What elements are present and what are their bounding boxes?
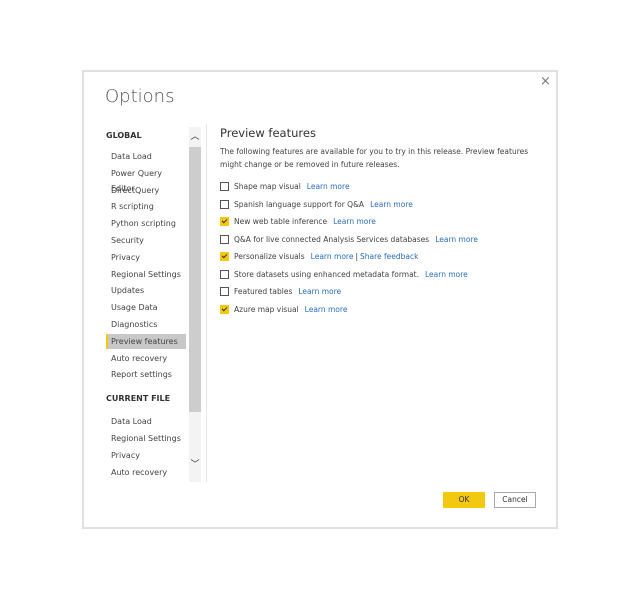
feature-checkbox[interactable]	[220, 269, 229, 279]
learn-more-link[interactable]: Learn more	[435, 235, 478, 244]
sidebar-item[interactable]: Data Load	[106, 149, 186, 164]
learn-more-link[interactable]: Learn more	[298, 287, 341, 296]
feature-row: Spanish language support for Q&A Learn mo…	[220, 196, 540, 214]
options-dialog: × Options GLOBAL Data Load Power Query Edi…	[82, 70, 558, 529]
feature-row: Featured tables Learn more	[220, 283, 540, 301]
feature-row: Azure map visual Learn more	[220, 301, 540, 319]
preview-features-panel: Preview features The following features …	[220, 126, 540, 318]
divider	[206, 124, 207, 482]
feature-row: Store datasets using enhanced metadata f…	[220, 266, 540, 284]
sidebar-nav: GLOBAL Data Load Power Query Editor DirectQ…	[104, 127, 189, 482]
sidebar-scrollbar[interactable]: ︿ ﹀	[189, 127, 201, 482]
sidebar-item[interactable]: Preview features	[106, 333, 186, 349]
sidebar-item[interactable]: Diagnostics	[106, 317, 186, 332]
feature-label: Shape map visual	[234, 182, 301, 192]
feature-row: Q&A for live connected Analysis Services…	[220, 231, 540, 249]
link-separator: |	[355, 252, 358, 262]
learn-more-link[interactable]: Learn more	[370, 200, 413, 209]
feature-label: Store datasets using enhanced metadata f…	[234, 269, 419, 279]
learn-more-link[interactable]: Learn more	[333, 217, 376, 226]
feature-row: Personalize visuals Learn more | Share feed…	[220, 248, 540, 266]
feature-label: Azure map visual	[234, 304, 299, 314]
feature-checkbox[interactable]	[220, 287, 229, 297]
section-label-current-file: CURRENT FILE	[106, 394, 171, 404]
feature-checkbox[interactable]	[220, 182, 229, 192]
sidebar-item[interactable]: Updates	[106, 283, 186, 298]
sidebar-item[interactable]: R scripting	[106, 199, 186, 214]
ok-button[interactable]: OK	[443, 492, 485, 508]
learn-more-link[interactable]: Learn more	[305, 305, 348, 314]
dialog-title: Options	[105, 86, 175, 107]
sidebar-item[interactable]: DirectQuery	[106, 183, 186, 198]
scrollbar-thumb[interactable]	[189, 147, 201, 412]
feature-label: Q&A for live connected Analysis Services…	[234, 234, 430, 244]
sidebar-item[interactable]: Data Load	[106, 414, 186, 429]
scroll-up-icon[interactable]: ︿	[189, 129, 201, 142]
feature-list: Shape map visual Learn more Spanish langua…	[220, 178, 540, 318]
feature-checkbox[interactable]	[220, 217, 229, 227]
sidebar-item[interactable]: Auto recovery	[106, 465, 186, 480]
section-label-global: GLOBAL	[106, 131, 142, 140]
feature-label: Featured tables	[234, 287, 293, 297]
sidebar-item[interactable]: Regional Settings	[106, 431, 186, 446]
sidebar-item[interactable]: Privacy	[106, 448, 186, 463]
sidebar-item[interactable]: Auto recovery	[106, 351, 186, 366]
section-description: The following features are available for…	[220, 147, 529, 169]
feature-row: New web table inference Learn more	[220, 213, 540, 231]
sidebar-item[interactable]: Power Query Editor	[106, 166, 186, 193]
sidebar-item[interactable]: Report settings	[106, 367, 186, 382]
feature-label: Personalize visuals	[234, 252, 305, 262]
sidebar-item[interactable]: Security	[106, 233, 186, 248]
sidebar-item[interactable]: Regional Settings	[106, 267, 186, 282]
feature-row: Shape map visual Learn more	[220, 178, 540, 196]
cancel-button[interactable]: Cancel	[494, 492, 536, 508]
feature-label: New web table inference	[234, 217, 328, 227]
feature-checkbox[interactable]	[220, 199, 229, 209]
learn-more-link[interactable]: Learn more	[425, 270, 468, 279]
sidebar-item[interactable]: Privacy	[106, 250, 186, 265]
feature-label: Spanish language support for Q&A	[234, 199, 365, 209]
feature-checkbox[interactable]	[220, 252, 229, 262]
feature-checkbox[interactable]	[220, 304, 229, 314]
share-feedback-link[interactable]: Share feedback	[360, 252, 418, 261]
learn-more-link[interactable]: Learn more	[311, 252, 354, 261]
sidebar-item[interactable]: Usage Data	[106, 300, 186, 315]
feature-checkbox[interactable]	[220, 234, 229, 244]
section-heading: Preview features	[220, 126, 316, 140]
sidebar-item[interactable]: Python scripting	[106, 216, 186, 231]
scroll-down-icon[interactable]: ﹀	[189, 457, 201, 470]
learn-more-link[interactable]: Learn more	[307, 182, 350, 191]
close-icon[interactable]: ×	[540, 74, 551, 89]
